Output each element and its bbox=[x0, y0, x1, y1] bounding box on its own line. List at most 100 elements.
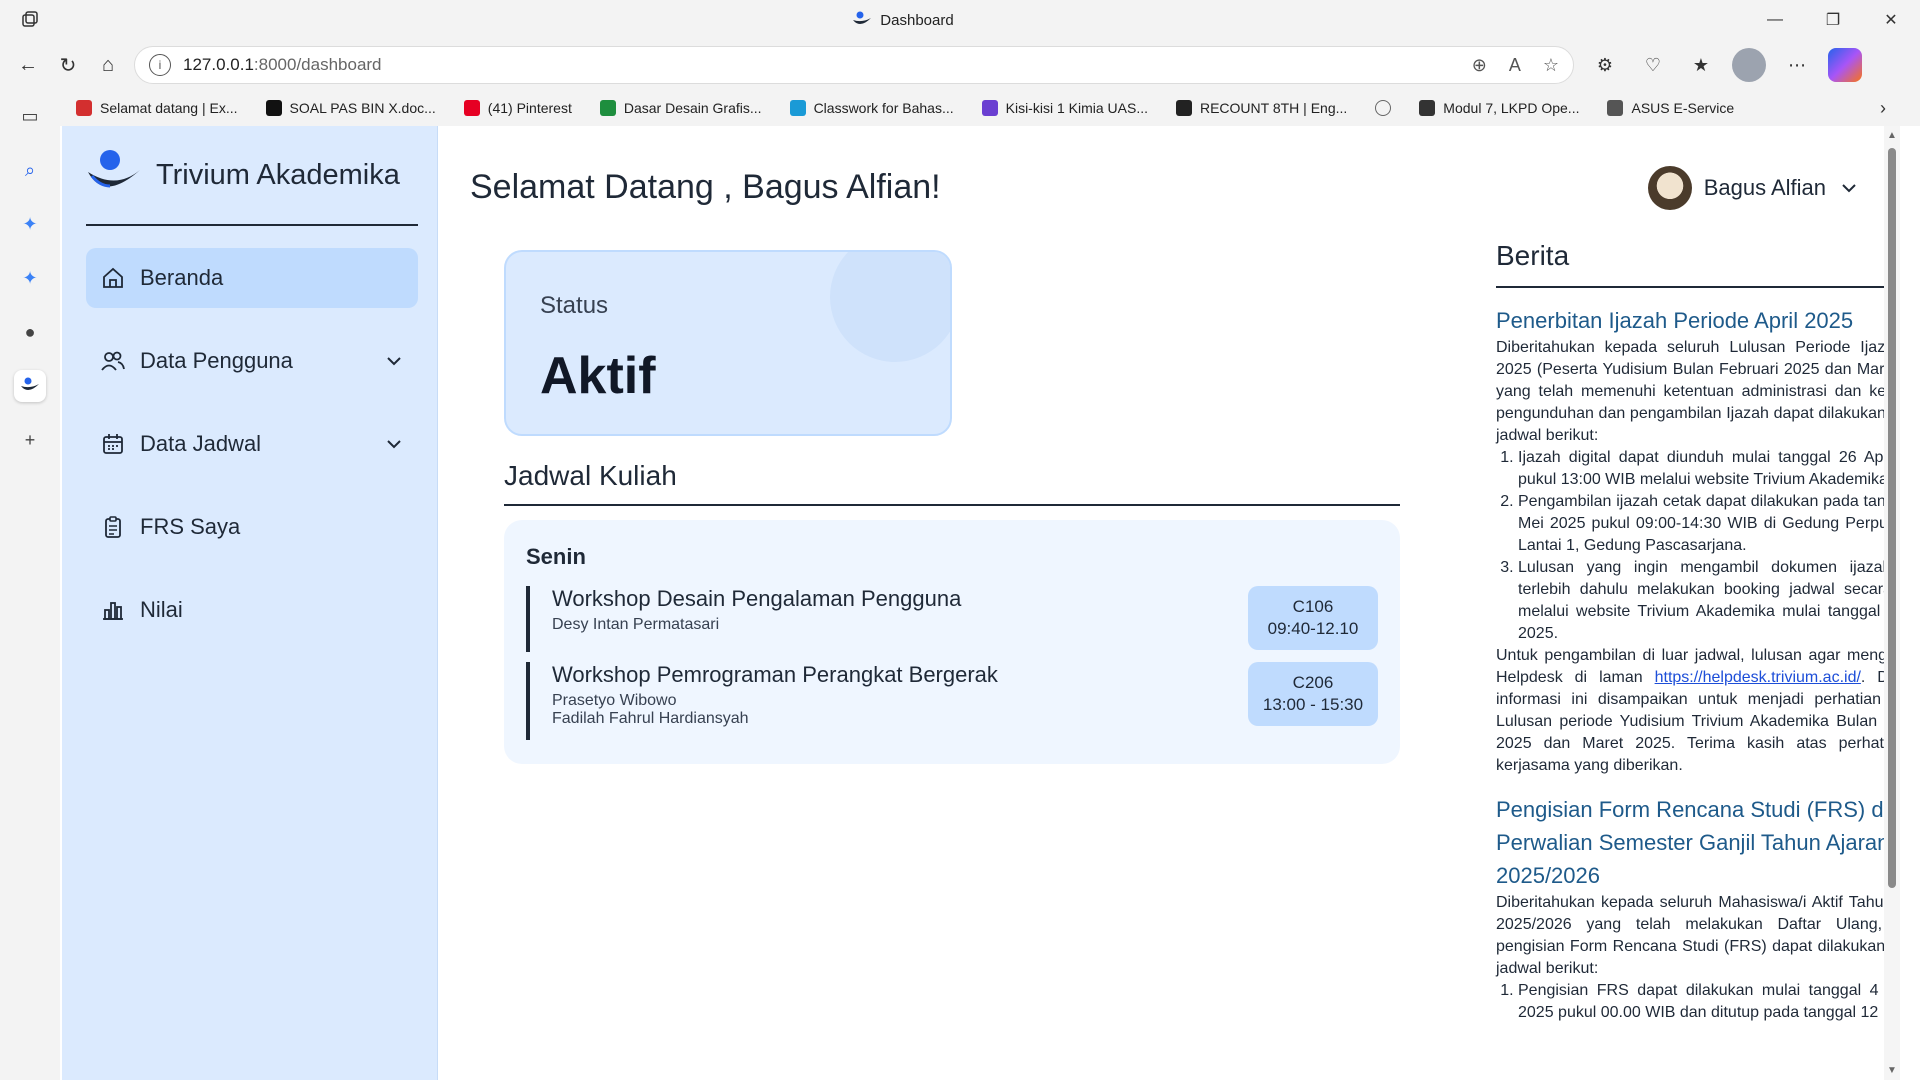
brand[interactable]: Trivium Akademika bbox=[86, 150, 400, 200]
list-item: Lulusan yang ingin mengambil dokumen ija… bbox=[1518, 557, 1900, 645]
search-icon[interactable]: ⌕ bbox=[14, 154, 46, 186]
page-title: Selamat Datang , Bagus Alfian! bbox=[470, 168, 941, 206]
add-icon[interactable]: + bbox=[14, 424, 46, 456]
restore-icon[interactable]: ❐ bbox=[1804, 0, 1862, 40]
globe-icon bbox=[1375, 100, 1392, 116]
bookmark-label: ASUS E-Service bbox=[1631, 100, 1735, 116]
news-article: Pengisian Form Rencana Studi (FRS) dan P… bbox=[1496, 793, 1900, 1024]
bookmark-item[interactable]: (41) Pinterest bbox=[463, 100, 572, 116]
bookmark-item[interactable]: Selamat datang | Ex... bbox=[76, 100, 238, 116]
user-menu[interactable]: Bagus Alfian bbox=[1647, 166, 1860, 210]
bookmarks-bar: Selamat datang | Ex... SOAL PAS BIN X.doc… bbox=[0, 90, 1920, 126]
bookmark-item[interactable]: Modul 7, LKPD Ope... bbox=[1419, 100, 1579, 116]
schedule-divider bbox=[504, 504, 1400, 506]
bookmark-item[interactable]: SOAL PAS BIN X.doc... bbox=[265, 100, 436, 116]
address-row: ← ↻ ⌂ i 127.0.0.1:8000/dashboard ⊕ A ☆ ⚙… bbox=[0, 40, 1920, 90]
bookmark-label: Classwork for Bahas... bbox=[813, 100, 954, 116]
back-icon[interactable]: ← bbox=[8, 45, 48, 85]
bookmark-item[interactable]: Dasar Desain Grafis... bbox=[599, 100, 762, 116]
news-article-title[interactable]: Pengisian Form Rencana Studi (FRS) dan P… bbox=[1496, 793, 1900, 892]
status-value: Aktif bbox=[540, 347, 656, 405]
course-room: C106 bbox=[1292, 597, 1334, 616]
course-item[interactable]: Workshop Desain Pengalaman Pengguna Desy … bbox=[526, 586, 1378, 652]
bookmark-item[interactable]: ASUS E-Service bbox=[1607, 100, 1734, 116]
close-icon[interactable]: ✕ bbox=[1862, 0, 1920, 40]
news-article-list: Pengisian FRS dapat dilakukan mulai tang… bbox=[1496, 980, 1900, 1024]
extensions-icon[interactable]: ⚙ bbox=[1588, 48, 1622, 82]
bookmark-favicon-icon bbox=[599, 100, 616, 116]
news-article-body: Diberitahukan kepada seluruh Lulusan Per… bbox=[1496, 337, 1900, 777]
news-article: Penerbitan Ijazah Periode April 2025 Dibe… bbox=[1496, 304, 1900, 777]
news-article-list: Ijazah digital dapat diunduh mulai tangg… bbox=[1496, 447, 1900, 645]
scroll-up-icon[interactable]: ▲ bbox=[1887, 130, 1897, 141]
refresh-icon[interactable]: ↻ bbox=[48, 45, 88, 85]
bookmark-label: SOAL PAS BIN X.doc... bbox=[289, 100, 436, 116]
sidebar-item-frs-saya[interactable]: FRS Saya bbox=[86, 497, 418, 557]
copilot-icon[interactable] bbox=[1828, 48, 1862, 82]
sidebar-item-beranda[interactable]: Beranda bbox=[86, 248, 418, 308]
trivium-app-icon[interactable] bbox=[14, 370, 46, 402]
bookmark-item[interactable]: RECOUNT 8TH | Eng... bbox=[1175, 100, 1348, 116]
bookmark-favicon-icon bbox=[981, 100, 998, 116]
course-time: 13:00 - 15:30 bbox=[1262, 695, 1364, 714]
favorites-icon[interactable]: ★ bbox=[1684, 48, 1718, 82]
list-item: Ijazah digital dapat diunduh mulai tangg… bbox=[1518, 447, 1900, 491]
bookmark-item[interactable] bbox=[1375, 100, 1392, 116]
bookmark-item[interactable]: Kisi-kisi 1 Kimia UAS... bbox=[981, 100, 1148, 116]
bookmark-label: (41) Pinterest bbox=[487, 100, 572, 116]
spark-icon[interactable]: ✦ bbox=[14, 262, 46, 294]
bookmarks-more-icon[interactable]: › bbox=[1880, 98, 1886, 119]
sidebar-item-label: Data Pengguna bbox=[140, 348, 293, 373]
bookmark-favicon-icon bbox=[1419, 100, 1436, 116]
scroll-down-icon[interactable]: ▼ bbox=[1887, 1065, 1897, 1076]
browser-essentials-icon[interactable]: ♡ bbox=[1636, 48, 1670, 82]
news-article-intro: Diberitahukan kepada seluruh Mahasiswa/i… bbox=[1496, 894, 1900, 977]
bookmark-label: RECOUNT 8TH | Eng... bbox=[1199, 100, 1348, 116]
more-menu-icon[interactable]: ⋯ bbox=[1780, 48, 1814, 82]
list-item: Pengisian FRS dapat dilakukan mulai tang… bbox=[1518, 980, 1900, 1024]
scrollbar-thumb[interactable] bbox=[1888, 148, 1896, 888]
sidebar-item-label: Data Jadwal bbox=[140, 431, 262, 456]
bookmark-label: Kisi-kisi 1 Kimia UAS... bbox=[1005, 100, 1148, 116]
sidebar-item-data-jadwal[interactable]: Data Jadwal bbox=[86, 414, 418, 474]
bookmark-favicon-icon bbox=[1175, 100, 1192, 116]
url-host: 127.0.0.1 bbox=[183, 55, 254, 74]
avatar bbox=[1647, 166, 1692, 210]
app-sidebar: Trivium Akademika Beranda Data Pengguna Da… bbox=[62, 126, 438, 1080]
tab-actions-icon[interactable]: ▭ bbox=[14, 100, 46, 132]
bookmark-item[interactable]: Classwork for Bahas... bbox=[789, 100, 954, 116]
github-icon[interactable]: ● bbox=[14, 316, 46, 348]
tab-title: Dashboard bbox=[880, 11, 954, 29]
home-icon[interactable]: ⌂ bbox=[88, 45, 128, 85]
course-item[interactable]: Workshop Pemrograman Perangkat Bergerak P… bbox=[526, 662, 1378, 740]
read-aloud-icon[interactable]: A bbox=[1509, 55, 1521, 76]
copilot-spark-icon[interactable]: ✦ bbox=[14, 208, 46, 240]
brand-name: Trivium Akademika bbox=[156, 158, 400, 191]
news-article-title[interactable]: Penerbitan Ijazah Periode April 2025 bbox=[1496, 304, 1900, 337]
zoom-icon[interactable]: ⊕ bbox=[1472, 55, 1487, 76]
minimize-icon[interactable]: — bbox=[1746, 0, 1804, 40]
bookmark-label: Modul 7, LKPD Ope... bbox=[1443, 100, 1580, 116]
chevron-down-icon bbox=[384, 434, 404, 454]
workspaces-icon[interactable] bbox=[0, 10, 60, 30]
site-favicon-icon bbox=[853, 11, 872, 25]
sidebar-item-label: Beranda bbox=[140, 265, 224, 290]
status-card: Status Aktif bbox=[504, 250, 952, 436]
favorite-star-icon[interactable]: ☆ bbox=[1543, 55, 1559, 76]
sidebar-item-data-pengguna[interactable]: Data Pengguna bbox=[86, 331, 418, 391]
helpdesk-link[interactable]: https://helpdesk.trivium.ac.id/ bbox=[1655, 669, 1861, 686]
course-time: 09:40-12.10 bbox=[1267, 619, 1359, 638]
brand-logo-icon bbox=[86, 150, 142, 200]
bookmark-favicon-icon bbox=[1607, 100, 1624, 116]
news-article-intro: Diberitahukan kepada seluruh Lulusan Per… bbox=[1496, 339, 1900, 444]
page-viewport: Trivium Akademika Beranda Data Pengguna Da… bbox=[62, 126, 1900, 1080]
site-info-icon[interactable]: i bbox=[149, 54, 171, 76]
schedule-day: Senin bbox=[526, 544, 586, 569]
profile-icon[interactable] bbox=[1732, 48, 1766, 82]
user-name: Bagus Alfian bbox=[1703, 175, 1826, 200]
sidebar-item-nilai[interactable]: Nilai bbox=[86, 580, 418, 640]
url-text[interactable]: 127.0.0.1:8000/dashboard bbox=[183, 55, 1472, 75]
page-scrollbar[interactable]: ▲ ▼ bbox=[1884, 126, 1900, 1080]
address-bar[interactable]: i 127.0.0.1:8000/dashboard ⊕ A ☆ bbox=[134, 46, 1574, 84]
edge-sidebar: ▭ ⌕ ✦ ✦ ● + bbox=[0, 90, 60, 1080]
